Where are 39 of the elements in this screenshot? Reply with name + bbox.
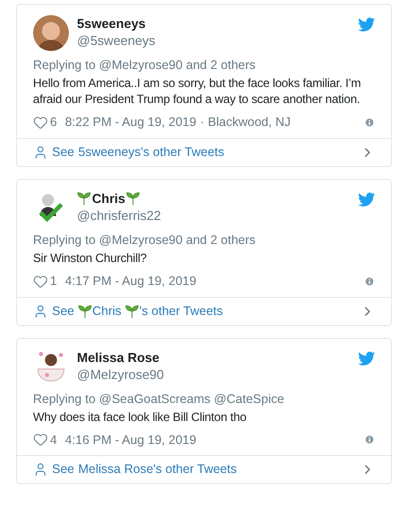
tweet-timestamp[interactable]: 8:22 PM - Aug 19, 2019 — [64, 113, 196, 132]
other-tweets-link[interactable]: See 5sweeneys's other Tweets — [17, 138, 391, 166]
author-handle[interactable]: @5sweeneys — [77, 32, 156, 49]
other-tweets-link[interactable]: See Chris 's other Tweets — [17, 296, 391, 324]
tweet-timestamp[interactable]: 4:16 PM - Aug 19, 2019 — [64, 430, 196, 450]
tweet-text: Sir Winston Churchill? — [33, 250, 148, 266]
info-icon[interactable] — [364, 434, 375, 446]
person-icon — [33, 462, 48, 478]
author-handle[interactable]: @Melzyrose90 — [77, 366, 164, 382]
author-handle[interactable]: @chrisferris22 — [77, 206, 161, 224]
author-name[interactable]: 5sweeneys — [77, 15, 146, 32]
like-count: 6 — [50, 114, 57, 131]
heart-icon[interactable] — [33, 114, 48, 130]
replying-to: Replying to @SeaGoatScreams @CateSpice — [33, 390, 286, 406]
twitter-bird-icon[interactable] — [358, 16, 375, 33]
sprout-icon — [126, 191, 140, 206]
replying-to: Replying to @Melzyrose90 and 2 others — [33, 232, 257, 248]
sprout-icon — [77, 191, 91, 206]
twitter-bird-icon[interactable] — [358, 190, 375, 208]
like-count: 1 — [50, 272, 57, 290]
tweet-text: Hello from America..I am so sorry, but the face looks familiar. I’m afraid our President Trump found a way to scare another nation. — [33, 75, 362, 107]
tweet-text: Why does ita face look like Bill Clinton tho — [33, 408, 248, 424]
info-icon[interactable] — [364, 116, 375, 128]
info-icon[interactable] — [364, 276, 375, 287]
sprout-icon — [78, 304, 92, 318]
twitter-bird-icon[interactable] — [358, 350, 375, 366]
tweet-timestamp[interactable]: 4:17 PM - Aug 19, 2019 — [64, 272, 196, 290]
tweet-location[interactable]: · Blackwood, NJ — [200, 113, 291, 132]
heart-icon[interactable] — [33, 432, 48, 448]
author-name[interactable]: Melissa Rose — [77, 348, 160, 366]
like-count: 4 — [50, 432, 57, 448]
avatar[interactable] — [33, 15, 69, 51]
person-icon — [33, 304, 48, 318]
person-icon — [33, 144, 48, 160]
author-name[interactable]: Chris — [92, 190, 126, 207]
replying-to: Replying to @Melzyrose90 and 2 others — [33, 57, 257, 73]
heart-icon[interactable] — [33, 274, 48, 289]
other-tweets-link[interactable]: See Melissa Rose's other Tweets — [17, 455, 391, 484]
sprout-icon — [125, 304, 140, 318]
